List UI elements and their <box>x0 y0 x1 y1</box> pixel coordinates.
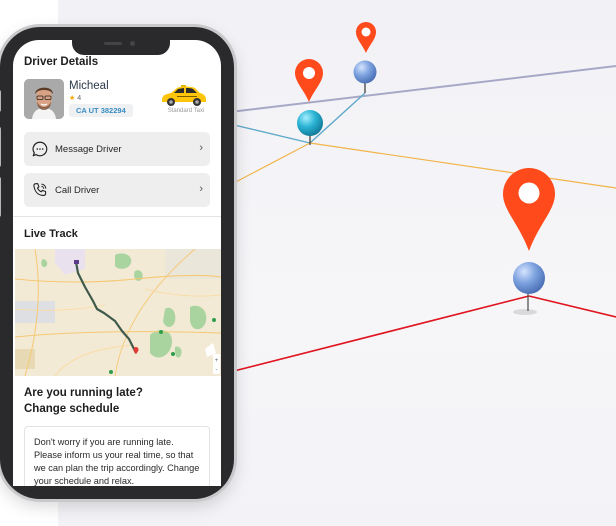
svg-text:-: - <box>216 367 218 373</box>
driver-name: Micheal <box>69 80 109 92</box>
map-canvas: + - <box>15 249 221 376</box>
live-track-heading: Live Track <box>24 228 78 240</box>
chevron-right-icon: › <box>199 183 203 195</box>
location-pin-icon <box>503 168 555 251</box>
rating-value: 4 <box>77 95 82 102</box>
pushpin-blue-top <box>353 60 377 93</box>
string-orange-right <box>309 142 616 189</box>
location-pin-icon <box>295 59 323 102</box>
phone-mockup: Driver Details Micheal ★ 4 CA UT 382294 <box>0 27 234 499</box>
driver-details-heading: Driver Details <box>24 56 99 68</box>
string-red-left <box>229 295 530 373</box>
speaker <box>104 42 122 45</box>
svg-text:+: + <box>215 358 219 364</box>
taxi-car-icon <box>162 85 206 106</box>
avatar <box>24 79 64 119</box>
phone-icon <box>33 183 47 196</box>
phone-side-button <box>0 127 1 167</box>
change-schedule-heading: Change schedule <box>24 403 120 415</box>
phone-notch <box>72 40 170 55</box>
phone-side-button <box>0 90 1 112</box>
live-track-map[interactable]: + - <box>15 249 221 376</box>
pushpin-blue-large <box>513 262 545 315</box>
string-orange-left <box>229 142 311 186</box>
schedule-info-box: Don't worry if you are running late. Ple… <box>24 426 210 486</box>
chevron-right-icon: › <box>199 142 203 154</box>
running-late-heading: Are you running late? <box>24 387 143 399</box>
call-driver-label: Call Driver <box>55 184 100 196</box>
call-driver-button[interactable]: Call Driver › <box>24 173 210 207</box>
driver-photo <box>24 79 64 119</box>
phone-screen: Driver Details Micheal ★ 4 CA UT 382294 <box>13 40 221 486</box>
chat-bubble-icon <box>32 141 48 157</box>
string-purple <box>229 65 616 113</box>
start-marker <box>74 260 79 264</box>
message-driver-label: Message Driver <box>55 143 122 155</box>
string-red-right <box>528 295 616 318</box>
phone-side-button <box>0 177 1 217</box>
vehicle-type: Standard Taxi <box>167 108 205 114</box>
schedule-info-text: Don't worry if you are running late. Ple… <box>34 437 200 486</box>
message-driver-button[interactable]: Message Driver › <box>24 132 210 166</box>
license-plate-badge: CA UT 382294 <box>69 104 133 117</box>
location-pin-icon <box>356 22 376 53</box>
pushpin-teal <box>297 110 323 145</box>
driver-rating: ★ 4 <box>69 94 81 102</box>
camera <box>130 41 135 46</box>
section-divider <box>13 216 221 217</box>
star-icon: ★ <box>69 95 76 102</box>
